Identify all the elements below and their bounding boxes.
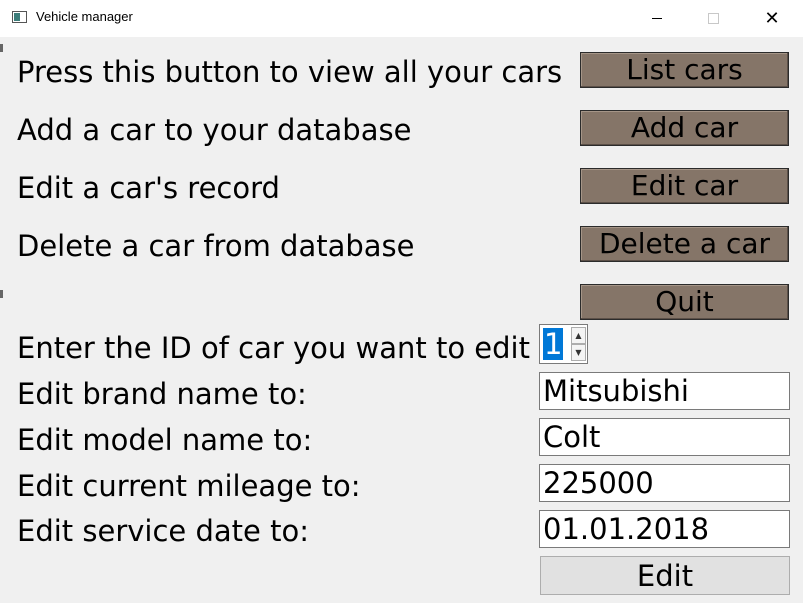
title-bar: Vehicle manager ✕ [0,0,803,37]
spin-up-arrow-icon[interactable]: ▲ [571,327,586,344]
main-panel: Press this button to view all your cars … [0,37,803,603]
window-title: Vehicle manager [36,9,133,24]
edit-submit-button[interactable]: Edit [540,556,790,595]
car-id-spinbox[interactable]: 1 ▲ ▼ [539,324,588,364]
minimize-icon [652,18,662,19]
mileage-label: Edit current mileage to: [17,469,361,503]
car-id-value[interactable]: 1 [543,328,564,360]
list-cars-button[interactable]: List cars [580,52,789,88]
model-label: Edit model name to: [17,423,313,457]
close-icon: ✕ [764,7,780,29]
quit-button[interactable]: Quit [580,284,789,320]
edge-mark [0,290,3,298]
app-window-icon [12,11,27,23]
delete-car-label: Delete a car from database [17,229,415,263]
brand-label: Edit brand name to: [17,377,307,411]
mileage-input[interactable] [539,464,790,502]
add-car-button[interactable]: Add car [580,110,789,146]
car-id-label: Enter the ID of car you want to edit [17,331,530,365]
list-cars-label: Press this button to view all your cars [17,55,563,89]
edit-car-label: Edit a car's record [17,171,280,205]
edge-mark [0,44,3,52]
service-date-label: Edit service date to: [17,514,309,548]
maximize-icon [707,13,719,24]
edit-car-button[interactable]: Edit car [580,168,789,204]
minimize-button[interactable] [634,0,680,37]
brand-input[interactable] [539,372,790,410]
service-date-input[interactable] [539,510,790,548]
model-input[interactable] [539,418,790,456]
spin-down-arrow-icon[interactable]: ▼ [571,344,586,361]
maximize-button[interactable] [690,0,736,37]
delete-car-button[interactable]: Delete a car [580,226,789,262]
add-car-label: Add a car to your database [17,113,412,147]
close-button[interactable]: ✕ [749,0,795,37]
